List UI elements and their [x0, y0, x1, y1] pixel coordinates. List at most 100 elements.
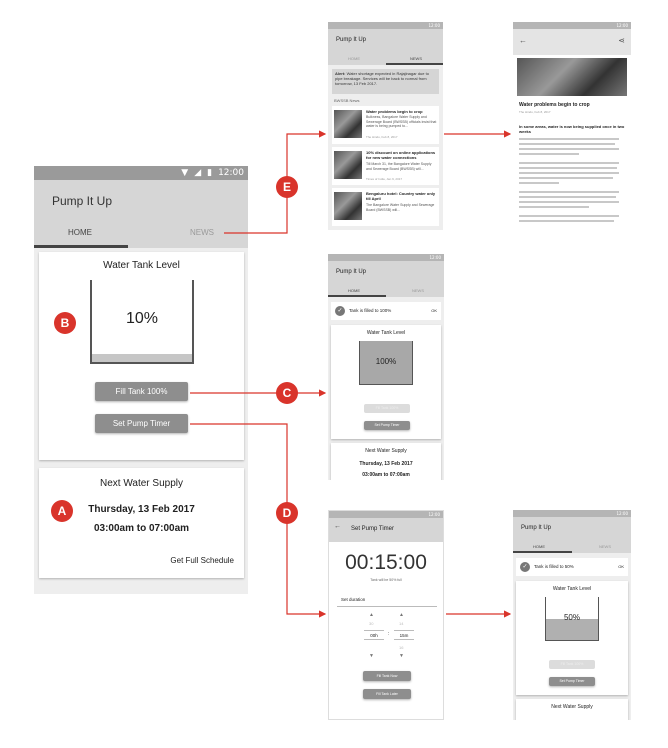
news-item[interactable]: Bengaluru hotel: Country water only till… — [332, 188, 439, 226]
minute-up-chevron-icon[interactable]: ▲ — [399, 612, 404, 618]
tab-news-indicator — [386, 63, 443, 65]
set-pump-timer-button[interactable]: Set Pump Timer — [549, 677, 595, 686]
news-title: 10% discount on online applications for … — [366, 150, 436, 160]
status-time: 12:00 — [616, 511, 628, 516]
set-pump-timer-button[interactable]: Set Pump Timer — [364, 421, 410, 430]
article-body-text — [519, 138, 625, 228]
tank-card: Water Tank Level 10% Fill Tank 100% Set … — [39, 252, 244, 460]
snackbar-ok-button[interactable]: OK — [431, 308, 437, 313]
app-bar: Pump It Up HOME NEWS — [328, 29, 443, 65]
status-bar: 12:00 — [513, 510, 631, 517]
alert-banner: Alert: Water shortage expected in Rajaji… — [332, 69, 439, 94]
snackbar-text: Tank is filled to 50% — [534, 564, 574, 569]
article-screen: 12:00 ← ⋖ Water problems begin to crop T… — [513, 22, 631, 230]
tank-container: 10% — [90, 280, 194, 364]
timer-caption: Tank will be 50% full — [370, 578, 402, 582]
tank-container: 100% — [359, 341, 413, 385]
status-bar: 12:00 — [513, 22, 631, 29]
share-icon[interactable]: ⋖ — [618, 36, 625, 45]
news-thumbnail — [334, 192, 362, 220]
hour-down-chevron-icon[interactable]: ▼ — [369, 653, 374, 659]
tab-home[interactable]: HOME — [348, 56, 360, 61]
tab-home[interactable]: HOME — [68, 228, 92, 237]
tab-news[interactable]: NEWS — [412, 288, 424, 293]
back-arrow-icon[interactable]: ← — [334, 523, 341, 530]
minute-prev-value: 14 — [399, 621, 404, 626]
snackbar: ✓ Tank is filled to 100% OK — [331, 302, 441, 320]
news-section-label: BWSSB News — [334, 98, 360, 103]
tank-water-fill — [92, 353, 192, 362]
tank-title: Water Tank Level — [552, 586, 592, 592]
app-title: Pump It Up — [521, 525, 552, 531]
back-arrow-icon[interactable]: ← — [519, 36, 527, 45]
wifi-icon: ▼ — [181, 168, 189, 178]
tab-news[interactable]: NEWS — [190, 228, 214, 237]
article-hero-image — [517, 58, 627, 96]
news-screen: 12:00 Pump It Up HOME NEWS Alert: Water … — [328, 22, 443, 230]
app-bar: Pump It Up HOME NEWS — [513, 517, 631, 553]
article-meta: The Hindu, Feb 8, 2017 — [519, 110, 551, 114]
article-lead: In some areas, water is now being suppli… — [519, 124, 625, 134]
news-thumbnail — [334, 151, 362, 179]
news-date: The Hindu, Feb 8, 2017 — [366, 135, 398, 139]
tank-percent: 50% — [563, 613, 580, 622]
next-supply-title: Next Water Supply — [365, 448, 407, 454]
picker-separator: : — [388, 631, 390, 637]
timer-title: Set Pump Timer — [351, 526, 395, 532]
badge-e: E — [276, 176, 298, 198]
status-bar: 12:00 — [329, 511, 443, 518]
next-supply-card: Next Water Supply — [516, 699, 628, 720]
next-supply-time: 03:00am to 07:00am — [93, 523, 190, 534]
fill-tank-button[interactable]: Fill Tank 100% — [95, 382, 188, 401]
next-supply-card: Next Water Supply Thursday, 13 Feb 2017 … — [39, 468, 244, 578]
get-full-schedule-link[interactable]: Get Full Schedule — [170, 556, 234, 565]
hour-picker[interactable]: 00h — [364, 630, 384, 640]
next-supply-date: Thursday, 13 Feb 2017 — [359, 461, 413, 467]
tab-home[interactable]: HOME — [348, 288, 360, 293]
fill-tank-button[interactable]: Fill Tank 100% — [364, 404, 410, 413]
timer-app-bar: ← Set Pump Timer — [329, 518, 443, 542]
minute-picker[interactable]: 15m — [394, 630, 414, 640]
news-title: Water problems begin to crop — [366, 109, 423, 114]
snackbar-ok-button[interactable]: OK — [618, 564, 624, 569]
status-time: 12:00 — [428, 512, 440, 517]
tab-home-indicator — [513, 551, 572, 553]
tank-title: Water Tank Level — [366, 330, 406, 336]
minute-next-value: 16 — [399, 645, 404, 650]
news-body: Till March 31, the Bangalore Water Suppl… — [366, 162, 432, 171]
app-bar: Pump It Up HOME NEWS — [34, 180, 248, 248]
fill-tank-later-button[interactable]: Fill Tank Later — [363, 689, 411, 699]
hour-prev-value: 30 — [369, 621, 374, 626]
news-item[interactable]: 10% discount on online applications for … — [332, 147, 439, 185]
fill-tank-button[interactable]: Fill Tank 100% — [549, 660, 595, 669]
status-time: 12:00 — [218, 168, 244, 178]
next-supply-title: Next Water Supply — [100, 478, 183, 489]
tab-news[interactable]: NEWS — [599, 544, 611, 549]
check-circle-icon: ✓ — [335, 306, 345, 316]
tank-percent: 10% — [125, 310, 159, 327]
alert-text: Water shortage expected in Rajajinagar d… — [335, 71, 429, 86]
hour-up-chevron-icon[interactable]: ▲ — [369, 612, 374, 618]
next-supply-time: 03:00am to 07:00am — [362, 472, 410, 478]
next-supply-card: Next Water Supply Thursday, 13 Feb 2017 … — [331, 443, 441, 480]
minute-down-chevron-icon[interactable]: ▼ — [399, 653, 404, 659]
fill-tank-now-button[interactable]: Fill Tank Now — [363, 671, 411, 681]
snackbar: ✓ Tank is filled to 50% OK — [516, 558, 628, 576]
tab-home[interactable]: HOME — [533, 544, 545, 549]
app-bar: Pump It Up HOME NEWS — [328, 261, 444, 297]
tank-container: 50% — [545, 597, 599, 641]
status-bar: 12:00 — [328, 254, 444, 261]
tab-home-indicator — [34, 245, 128, 248]
snackbar-text: Tank is filled to 100% — [349, 308, 392, 313]
news-body: The Bangalore Water Supply and Sewerage … — [366, 203, 435, 212]
main-screen: ▼ ◢ ▮ 12:00 Pump It Up HOME NEWS Water T… — [34, 166, 248, 594]
status-time: 12:00 — [429, 255, 441, 260]
status-bar: ▼ ◢ ▮ 12:00 — [34, 166, 248, 180]
battery-icon: ▮ — [207, 168, 213, 178]
tank-card: Water Tank Level 50% Fill Tank 100% Set … — [516, 581, 628, 695]
status-time: 12:00 — [428, 23, 440, 28]
set-pump-timer-button[interactable]: Set Pump Timer — [95, 414, 188, 433]
tab-news[interactable]: NEWS — [410, 56, 422, 61]
app-title: Pump It Up — [336, 269, 367, 275]
news-item[interactable]: Water problems begin to crop Bulkness, B… — [332, 106, 439, 144]
